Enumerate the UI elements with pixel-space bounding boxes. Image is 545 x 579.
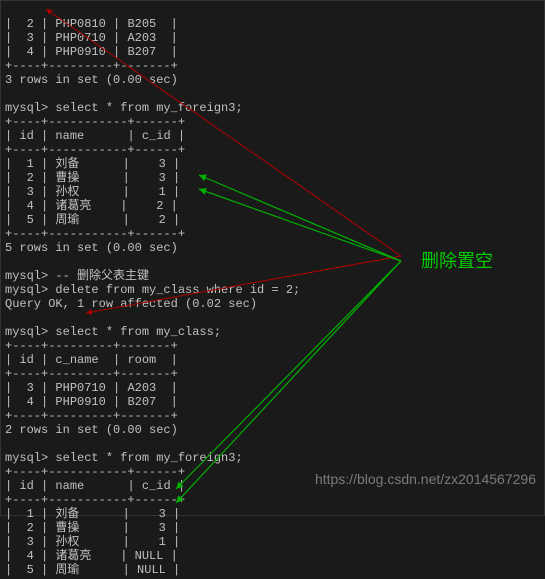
footer: 3 rows in set (0.00 sec) [5,73,178,87]
row: | 1 | 刘备 | 3 | [5,157,180,171]
row: | 3 | 孙权 | 1 | [5,185,180,199]
row: | 4 | 诸葛亮 | 2 | [5,199,178,213]
annotation-label: 删除置空 [421,247,493,273]
footer: 5 rows in set (0.00 sec) [5,241,178,255]
row: | 3 | PHP0710 | A203 | [5,31,178,45]
watermark: https://blog.csdn.net/zx2014567296 [315,471,536,487]
prompt: mysql> select * from my_foreign3; [5,451,243,465]
sep: +----+-----------+------+ [5,227,185,241]
comment: mysql> -- 删除父表主键 [5,269,149,283]
prompt: mysql> select * from my_foreign3; [5,101,243,115]
row: | 4 | PHP0910 | B207 | [5,395,178,409]
header: | id | name | c_id | [5,129,185,143]
row: | 3 | PHP0710 | A203 | [5,381,178,395]
row: | 4 | PHP0910 | B207 | [5,45,178,59]
row: | 4 | 诸葛亮 | NULL | [5,549,178,563]
header: | id | name | c_id | [5,479,185,493]
sep: +----+-----------+------+ [5,115,185,129]
row: | 5 | 周瑜 | NULL | [5,563,180,577]
row: | 2 | PHP0810 | B205 | [5,17,178,31]
prompt: mysql> select * from my_class; [5,325,221,339]
terminal-output: | 2 | PHP0810 | B205 | | 3 | PHP0710 | A… [1,1,544,579]
row: | 5 | 周瑜 | 2 | [5,213,180,227]
footer: 2 rows in set (0.00 sec) [5,423,178,437]
prompt: mysql> delete from my_class where id = 2… [5,283,300,297]
sep: +----+---------+-------+ [5,59,178,73]
row: | 3 | 孙权 | 1 | [5,535,180,549]
sep: +----+-----------+------+ [5,493,185,507]
sep: +----+-----------+------+ [5,465,185,479]
sep: +----+---------+-------+ [5,409,178,423]
row: | 2 | 曹操 | 3 | [5,521,180,535]
sep: +----+-----------+------+ [5,143,185,157]
sep: +----+---------+-------+ [5,367,178,381]
row: | 1 | 刘备 | 3 | [5,507,180,521]
result: Query OK, 1 row affected (0.02 sec) [5,297,257,311]
row: | 2 | 曹操 | 3 | [5,171,180,185]
header: | id | c_name | room | [5,353,178,367]
sep: +----+---------+-------+ [5,339,178,353]
